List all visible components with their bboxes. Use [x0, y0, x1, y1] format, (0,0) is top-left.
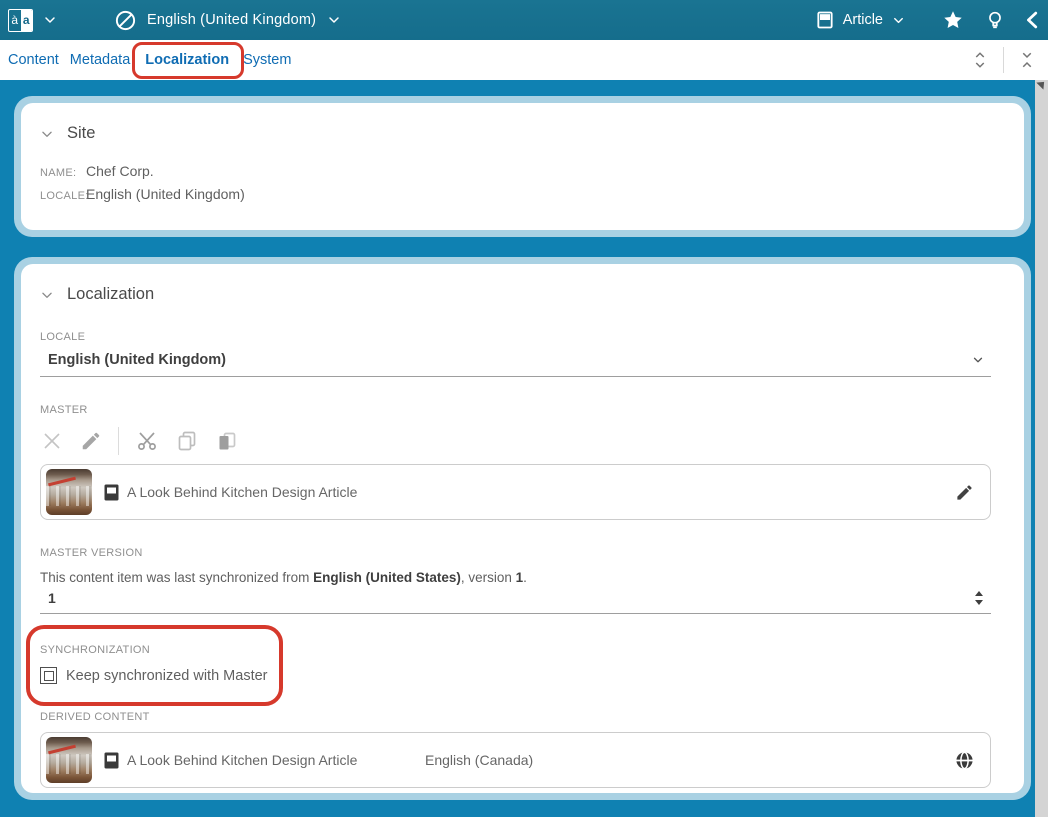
content-type-selector[interactable]: Article — [815, 10, 906, 30]
content-type-label: Article — [843, 12, 883, 28]
article-icon — [815, 10, 835, 30]
master-version-input[interactable]: 1 — [40, 587, 991, 614]
editor-page: à a English (United Kingdom) Article — [0, 0, 1048, 817]
master-item-card[interactable]: A Look Behind Kitchen Design Article — [40, 464, 991, 520]
tab-system[interactable]: System — [243, 52, 291, 68]
derived-item-card[interactable]: A Look Behind Kitchen Design Article Eng… — [40, 732, 991, 788]
derived-item-thumbnail — [46, 737, 92, 783]
tab-localization[interactable]: Localization — [145, 52, 229, 68]
site-section-header[interactable]: Site — [40, 103, 95, 143]
master-toolbar — [40, 427, 1005, 455]
derived-item-article-icon — [104, 752, 119, 769]
clear-icon[interactable] — [40, 429, 64, 453]
locale-field-label: LOCALE — [40, 331, 1005, 343]
scrollbar-arrow-icon — [1036, 78, 1047, 89]
vertical-scrollbar[interactable] — [1035, 80, 1048, 817]
tab-localization-wrap: Localization — [141, 51, 235, 69]
tab-content[interactable]: Content — [8, 52, 59, 68]
localization-section-header[interactable]: Localization — [40, 264, 154, 304]
derived-item-title: A Look Behind Kitchen Design Article — [127, 752, 357, 768]
site-locale-row: LOCALE: English (United Kingdom) — [40, 186, 1005, 202]
favorite-star-icon[interactable] — [942, 9, 964, 31]
locale-select[interactable]: English (United Kingdom) — [40, 349, 991, 377]
header-locale-label: English (United Kingdom) — [147, 12, 316, 28]
sync-message-locale: English (United States) — [313, 570, 461, 585]
block-icon — [114, 9, 137, 32]
collapse-panel-chevron-left-icon[interactable] — [1022, 9, 1044, 31]
collapse-all-icon[interactable] — [1018, 50, 1036, 70]
translate-icon-left: à — [9, 10, 21, 31]
site-section-card: Site NAME: Chef Corp. LOCALE: English (U… — [14, 96, 1031, 237]
site-locale-label: LOCALE: — [40, 190, 86, 202]
derived-item-globe-icon[interactable] — [955, 751, 974, 770]
derived-item-locale: English (Canada) — [425, 752, 533, 768]
edit-pencil-icon[interactable] — [80, 430, 102, 452]
sync-message-prefix: This content item was last synchronized … — [40, 570, 313, 585]
master-item-edit-pencil-icon[interactable] — [955, 483, 974, 502]
localization-section-title: Localization — [67, 285, 154, 304]
localization-section-card: Localization LOCALE English (United King… — [14, 257, 1031, 800]
synchronization-group: SYNCHRONIZATION Keep synchronized with M… — [40, 640, 268, 684]
version-spinner-icon[interactable] — [973, 590, 985, 606]
site-name-row: NAME: Chef Corp. — [40, 163, 1005, 179]
synchronization-annotation — [26, 625, 283, 706]
master-version-label: MASTER VERSION — [40, 547, 1005, 559]
translate-icon[interactable]: à a — [8, 9, 33, 32]
keep-synchronized-row[interactable]: Keep synchronized with Master — [40, 667, 268, 684]
top-header-bar: à a English (United Kingdom) Article — [0, 0, 1048, 40]
site-collapse-chevron-icon — [40, 127, 54, 141]
master-version-message: This content item was last synchronized … — [40, 570, 1005, 585]
master-item-article-icon — [104, 484, 119, 501]
master-field-label: MASTER — [40, 404, 1005, 416]
synchronization-label: SYNCHRONIZATION — [40, 644, 150, 656]
keep-synchronized-label: Keep synchronized with Master — [66, 668, 268, 684]
site-name-label: NAME: — [40, 167, 86, 179]
copy-icon[interactable] — [175, 429, 199, 453]
logo-chevron-down-icon[interactable] — [42, 12, 58, 28]
locale-select-value: English (United Kingdom) — [48, 352, 226, 368]
content-type-chevron-down-icon — [891, 13, 906, 28]
translate-icon-right: a — [21, 10, 33, 31]
header-locale-chevron-down-icon — [326, 12, 342, 28]
expand-all-icon[interactable] — [971, 50, 989, 70]
site-name-value: Chef Corp. — [86, 163, 1005, 179]
sync-message-suffix: . — [523, 570, 527, 585]
site-locale-value: English (United Kingdom) — [86, 186, 1005, 202]
master-item-thumbnail — [46, 469, 92, 515]
keep-synchronized-checkbox[interactable] — [40, 667, 57, 684]
form-tab-bar: Content Metadata Localization System — [0, 40, 1048, 80]
locale-select-chevron-down-icon — [971, 353, 985, 367]
sync-message-middle: , version — [461, 570, 516, 585]
cut-scissors-icon[interactable] — [135, 429, 159, 453]
master-version-value: 1 — [48, 590, 56, 606]
master-item-title: A Look Behind Kitchen Design Article — [127, 484, 357, 500]
tabbar-divider — [1003, 47, 1004, 73]
toolbar-divider — [118, 427, 119, 455]
site-section-title: Site — [67, 124, 95, 143]
lightbulb-icon[interactable] — [984, 9, 1006, 31]
localization-collapse-chevron-icon — [40, 288, 54, 302]
header-locale-selector[interactable]: English (United Kingdom) — [114, 9, 342, 32]
paste-icon[interactable] — [215, 429, 239, 453]
tab-metadata[interactable]: Metadata — [70, 52, 130, 68]
derived-content-label: DERIVED CONTENT — [40, 711, 1005, 723]
